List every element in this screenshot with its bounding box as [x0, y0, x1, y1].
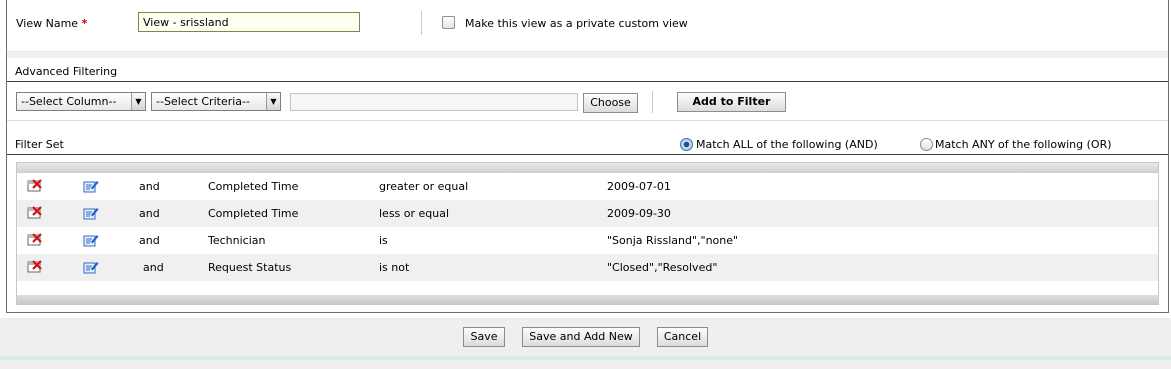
save-button[interactable]: Save: [463, 327, 505, 347]
match-any-radio[interactable]: [920, 138, 933, 151]
conjunction-cell: and: [139, 234, 160, 247]
delete-filter-icon[interactable]: [27, 260, 43, 274]
conjunction-cell: and: [143, 261, 164, 274]
footer-divider: [0, 356, 1171, 360]
criteria-cell: is: [379, 234, 388, 247]
custom-view-panel: View Name * Make this view as a private …: [6, 0, 1169, 313]
save-and-add-new-button[interactable]: Save and Add New: [522, 327, 640, 347]
delete-filter-icon[interactable]: [27, 233, 43, 247]
vertical-divider: [652, 91, 653, 113]
column-cell: Completed Time: [208, 180, 299, 193]
edit-filter-icon[interactable]: [83, 233, 99, 247]
value-cell: 2009-09-30: [607, 207, 671, 220]
view-name-label: View Name *: [16, 17, 87, 30]
private-view-checkbox[interactable]: [442, 16, 455, 29]
chevron-down-icon: ▼: [266, 93, 280, 110]
match-all-radio[interactable]: [680, 138, 693, 151]
column-cell: Request Status: [208, 261, 292, 274]
criteria-cell: is not: [379, 261, 410, 274]
select-column-value: --Select Column--: [21, 95, 117, 108]
filter-row: and Request Status is not "Closed","Reso…: [17, 254, 1158, 281]
filter-row: and Completed Time greater or equal 2009…: [17, 173, 1158, 200]
edit-filter-icon[interactable]: [83, 179, 99, 193]
divider: [7, 120, 1168, 121]
criteria-cell: less or equal: [379, 207, 450, 220]
advanced-filtering-header: Advanced Filtering: [7, 60, 1168, 82]
filter-value-input[interactable]: [290, 93, 578, 111]
chevron-down-icon: ▼: [131, 93, 145, 110]
filter-set-grid: and Completed Time greater or equal 2009…: [16, 162, 1159, 305]
match-any-label: Match ANY of the following (OR): [935, 138, 1112, 151]
conjunction-cell: and: [139, 180, 160, 193]
edit-filter-icon[interactable]: [83, 260, 99, 274]
value-cell: "Closed","Resolved": [607, 261, 718, 274]
conjunction-cell: and: [139, 207, 160, 220]
choose-button[interactable]: Choose: [583, 93, 638, 113]
filter-row: and Technician is "Sonja Rissland","none…: [17, 227, 1158, 254]
delete-filter-icon[interactable]: [27, 206, 43, 220]
filter-set-header: Filter Set Match ALL of the following (A…: [7, 133, 1168, 155]
vertical-divider: [421, 11, 422, 35]
criteria-cell: greater or equal: [379, 180, 469, 193]
section-spacer: [7, 52, 1168, 58]
grid-header-bar: [17, 163, 1158, 173]
filter-row: and Completed Time less or equal 2009-09…: [17, 200, 1158, 227]
edit-filter-icon[interactable]: [83, 206, 99, 220]
delete-filter-icon[interactable]: [27, 179, 43, 193]
select-column-dropdown[interactable]: --Select Column-- ▼: [16, 92, 146, 111]
view-name-label-text: View Name: [16, 17, 79, 30]
column-cell: Completed Time: [208, 207, 299, 220]
cancel-button[interactable]: Cancel: [657, 327, 708, 347]
column-cell: Technician: [208, 234, 266, 247]
value-cell: "Sonja Rissland","none": [607, 234, 739, 247]
value-cell: 2009-07-01: [607, 180, 671, 193]
required-asterisk: *: [81, 17, 88, 30]
view-name-input[interactable]: [138, 12, 360, 32]
form-actions-bar: Save Save and Add New Cancel: [0, 318, 1171, 369]
private-view-label: Make this view as a private custom view: [465, 17, 688, 30]
select-criteria-value: --Select Criteria--: [156, 95, 250, 108]
match-all-label: Match ALL of the following (AND): [696, 138, 878, 151]
advanced-filtering-title: Advanced Filtering: [15, 65, 118, 78]
view-name-row: View Name * Make this view as a private …: [7, 0, 1168, 52]
add-to-filter-button[interactable]: Add to Filter: [677, 92, 786, 112]
select-criteria-dropdown[interactable]: --Select Criteria-- ▼: [151, 92, 281, 111]
grid-footer-bar: [17, 295, 1158, 304]
filter-set-title: Filter Set: [15, 138, 64, 151]
